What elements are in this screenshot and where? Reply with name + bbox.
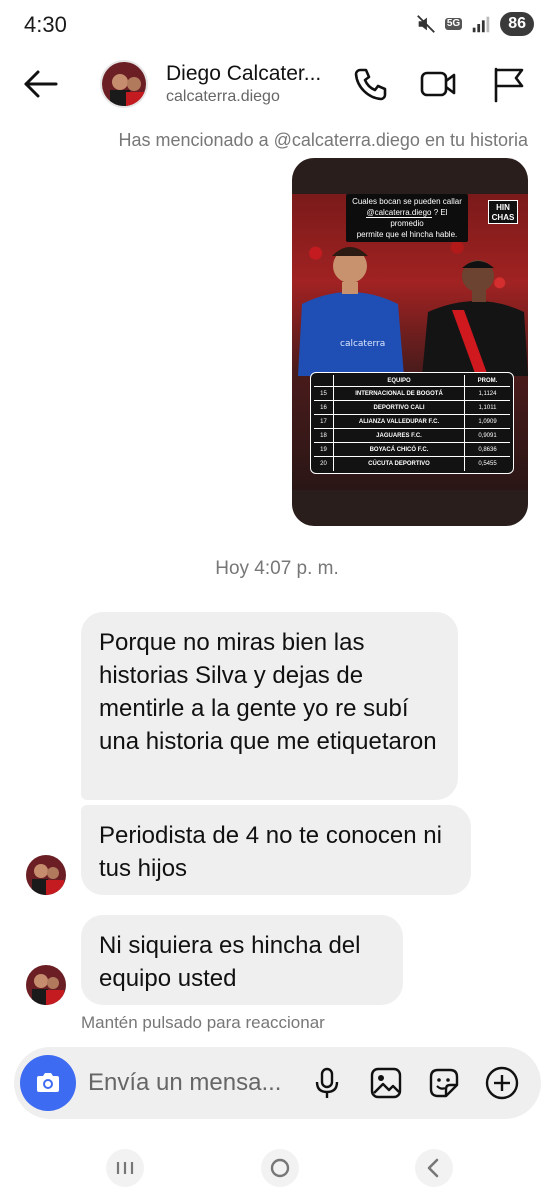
message-bubble[interactable]: Porque no miras bien las historias Silva… — [81, 612, 458, 800]
avatar-photo — [26, 965, 66, 1005]
message-bubble[interactable]: Periodista de 4 no te conocen ni tus hij… — [81, 805, 471, 895]
battery-badge: 86 — [500, 12, 534, 36]
standings-row: 17 ALIANZA VALLEDUPAR F.C. 1,0909 — [314, 415, 510, 429]
row-prom: 1,1124 — [464, 387, 510, 400]
header-team: EQUIPO — [387, 377, 411, 384]
sender-avatar[interactable] — [26, 965, 66, 1005]
header-prom: PROM. — [464, 375, 510, 386]
svg-text:calcaterra: calcaterra — [340, 339, 385, 349]
standings-header: EQUIPO PROM. — [314, 375, 510, 387]
camera-button[interactable] — [20, 1055, 76, 1111]
plus-icon[interactable] — [484, 1065, 520, 1101]
microphone-icon[interactable] — [309, 1065, 345, 1101]
row-team: BOYACÁ CHICÓ F.C. — [369, 446, 429, 453]
status-bar: 4:30 5G 86 — [0, 0, 554, 52]
row-pos: 18 — [314, 429, 334, 442]
row-team: CÚCUTA DEPORTIVO — [368, 461, 430, 467]
header-avatar[interactable] — [100, 60, 148, 108]
message-bubble[interactable]: Ni siquiera es hincha del equipo usted — [81, 915, 403, 1005]
row-prom: 0,8636 — [464, 443, 510, 456]
flag-icon[interactable] — [488, 64, 528, 104]
signal-icon — [472, 16, 490, 33]
network-label: 5G — [444, 18, 463, 30]
system-navigation-bar — [0, 1140, 554, 1200]
sticker-icon[interactable] — [426, 1065, 462, 1101]
standings-table: EQUIPO PROM. 15 INTERNACIONAL DE BOGOTÁ … — [310, 372, 514, 474]
nav-back-icon[interactable] — [414, 1148, 454, 1188]
row-pos: 19 — [314, 443, 334, 456]
sender-avatar[interactable] — [26, 855, 66, 895]
standings-row: 20 CÚCUTA DEPORTIVO 0,5455 — [314, 457, 510, 471]
message-input[interactable] — [88, 1067, 300, 1099]
contact-username[interactable]: calcaterra.diego — [166, 88, 280, 106]
image-icon[interactable] — [368, 1065, 404, 1101]
row-team: JAGUARES F.C. — [376, 432, 422, 439]
back-arrow-icon[interactable] — [20, 64, 60, 104]
contact-name[interactable]: Diego Calcater... — [166, 62, 321, 86]
standings-row: 19 BOYACÁ CHICÓ F.C. 0,8636 — [314, 443, 510, 457]
phone-icon[interactable] — [350, 64, 390, 104]
react-hint: Mantén pulsado para reaccionar — [81, 1013, 325, 1032]
row-pos: 20 — [314, 457, 334, 471]
caption-line-2: @calcaterra.diego ? El promedio — [349, 207, 465, 229]
row-pos: 17 — [314, 415, 334, 428]
mention-note: Has mencionado a @calcaterra.diego en tu… — [118, 130, 529, 150]
story-image: calcaterra Cuales bocan se pueden callar… — [292, 194, 528, 490]
row-prom: 1,0909 — [464, 415, 510, 428]
video-camera-icon[interactable] — [418, 64, 458, 104]
row-pos: 15 — [314, 387, 334, 400]
row-team: INTERNACIONAL DE BOGOTÁ — [355, 390, 443, 397]
home-icon[interactable] — [260, 1148, 300, 1188]
caption-line-3: permite que el hincha hable. — [356, 230, 458, 239]
header-pos — [314, 375, 334, 386]
caption-mention: @calcaterra.diego — [366, 208, 432, 218]
camera-icon — [37, 1073, 59, 1092]
recents-icon[interactable] — [105, 1148, 145, 1188]
hinchas-logo: HIN CHAS — [488, 200, 518, 224]
story-caption: Cuales bocan se pueden callar @calcaterr… — [346, 194, 468, 242]
logo-line-2: CHAS — [491, 213, 515, 222]
logo-line-1: HIN — [496, 203, 510, 212]
caption-line-1: Cuales bocan se pueden callar — [352, 197, 462, 206]
standings-row: 15 INTERNACIONAL DE BOGOTÁ 1,1124 — [314, 387, 510, 401]
row-prom: 1,1011 — [464, 401, 510, 414]
player-right-image — [422, 260, 528, 376]
mute-icon — [416, 15, 435, 33]
standings-row: 16 DEPORTIVO CALI 1,1011 — [314, 401, 510, 415]
chat-header: Diego Calcater... calcaterra.diego — [0, 52, 554, 116]
standings-row: 18 JAGUARES F.C. 0,9091 — [314, 429, 510, 443]
row-prom: 0,9091 — [464, 429, 510, 442]
player-left-image: calcaterra — [298, 247, 404, 376]
status-icons: 5G 86 — [415, 12, 534, 36]
story-reply-card[interactable]: calcaterra Cuales bocan se pueden callar… — [292, 158, 528, 526]
row-pos: 16 — [314, 401, 334, 414]
status-time: 4:30 — [24, 12, 67, 37]
row-prom: 0,5455 — [464, 457, 510, 471]
avatar-photo — [102, 62, 146, 106]
row-team: DEPORTIVO CALI — [373, 404, 425, 411]
row-team: ALIANZA VALLEDUPAR F.C. — [358, 418, 440, 425]
message-timestamp: Hoy 4:07 p. m. — [215, 558, 339, 579]
avatar-photo — [26, 855, 66, 895]
message-composer — [14, 1047, 541, 1119]
